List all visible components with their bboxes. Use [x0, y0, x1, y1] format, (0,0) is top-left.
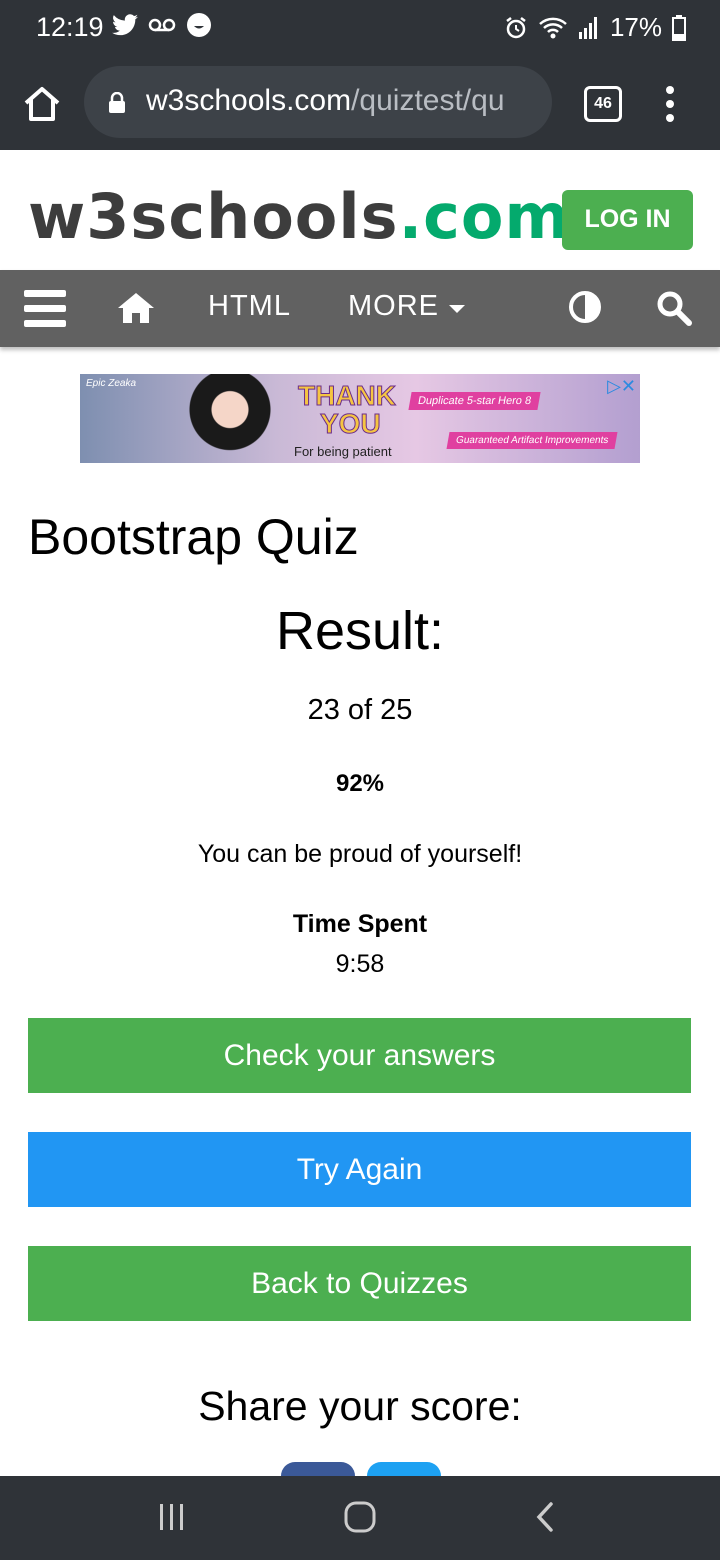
- contrast-icon[interactable]: [568, 290, 602, 324]
- battery-percent: 17%: [609, 12, 662, 42]
- system-home-icon[interactable]: [343, 1500, 377, 1534]
- search-icon[interactable]: [656, 290, 692, 326]
- page-title: Bootstrap Quiz: [28, 509, 359, 565]
- ad-character-image: [170, 374, 290, 463]
- ad-promo-2: Guaranteed Artifact Improvements: [446, 432, 618, 449]
- check-answers-button[interactable]: Check your answers: [28, 1018, 691, 1093]
- bubble-icon: [187, 13, 211, 37]
- ad-promo-1: Duplicate 5-star Hero 8: [408, 392, 541, 410]
- lock-icon: [109, 92, 125, 113]
- battery-icon: [672, 14, 686, 41]
- notification-icons: [112, 12, 212, 38]
- tab-switcher-button[interactable]: 46: [584, 86, 622, 122]
- login-button[interactable]: LOG IN: [562, 190, 693, 250]
- share-heading: Share your score:: [198, 1383, 522, 1429]
- caret-down-icon: [449, 305, 466, 313]
- back-icon[interactable]: [533, 1500, 559, 1534]
- result-heading: Result:: [275, 601, 445, 661]
- status-time: 12:19: [36, 12, 104, 42]
- status-bar: 12:19 17%: [0, 0, 720, 56]
- home-nav-icon[interactable]: [116, 290, 156, 326]
- result-message: You can be proud of yourself!: [197, 840, 523, 868]
- address-bar[interactable]: w3schools.com/quiztest/qu: [84, 66, 552, 138]
- system-icons: 17%: [504, 12, 686, 43]
- url-path: /quiztest/qu: [351, 84, 505, 117]
- site-logo[interactable]: w3schools.com: [28, 180, 570, 253]
- ad-banner[interactable]: Epic Zeaka THANK YOU For being patient D…: [80, 374, 640, 463]
- ad-patient: For being patient: [294, 444, 392, 459]
- nav-html-link[interactable]: HTML: [208, 290, 291, 323]
- signal-icon: [578, 16, 597, 39]
- nav-more-dropdown[interactable]: MORE: [348, 290, 466, 323]
- ad-brand: Epic Zeaka: [86, 378, 137, 389]
- overflow-menu-icon[interactable]: [664, 86, 676, 122]
- url-domain: w3schools.com: [146, 84, 352, 117]
- score-text: 23 of 25: [307, 694, 413, 726]
- logo-main: w3schools: [28, 180, 399, 253]
- wifi-icon: [539, 17, 567, 38]
- recent-apps-icon[interactable]: [157, 1502, 187, 1532]
- back-to-quizzes-button[interactable]: Back to Quizzes: [28, 1246, 691, 1321]
- try-again-button[interactable]: Try Again: [28, 1132, 691, 1207]
- voicemail-icon: [148, 18, 176, 32]
- nav-more-label: MORE: [348, 290, 439, 322]
- url-text[interactable]: w3schools.com/quiztest/qu: [146, 84, 546, 118]
- time-spent-label: Time Spent: [292, 910, 428, 938]
- logo-tld: .com: [398, 180, 571, 253]
- home-icon[interactable]: [22, 84, 62, 124]
- adchoices-icon[interactable]: ▷✕: [607, 376, 636, 397]
- twitter-icon: [112, 14, 138, 36]
- alarm-icon: [506, 16, 526, 38]
- time-spent-value: 9:58: [335, 950, 385, 978]
- ad-you: YOU: [320, 408, 382, 440]
- menu-icon[interactable]: [24, 290, 66, 328]
- score-percent: 92%: [335, 770, 385, 797]
